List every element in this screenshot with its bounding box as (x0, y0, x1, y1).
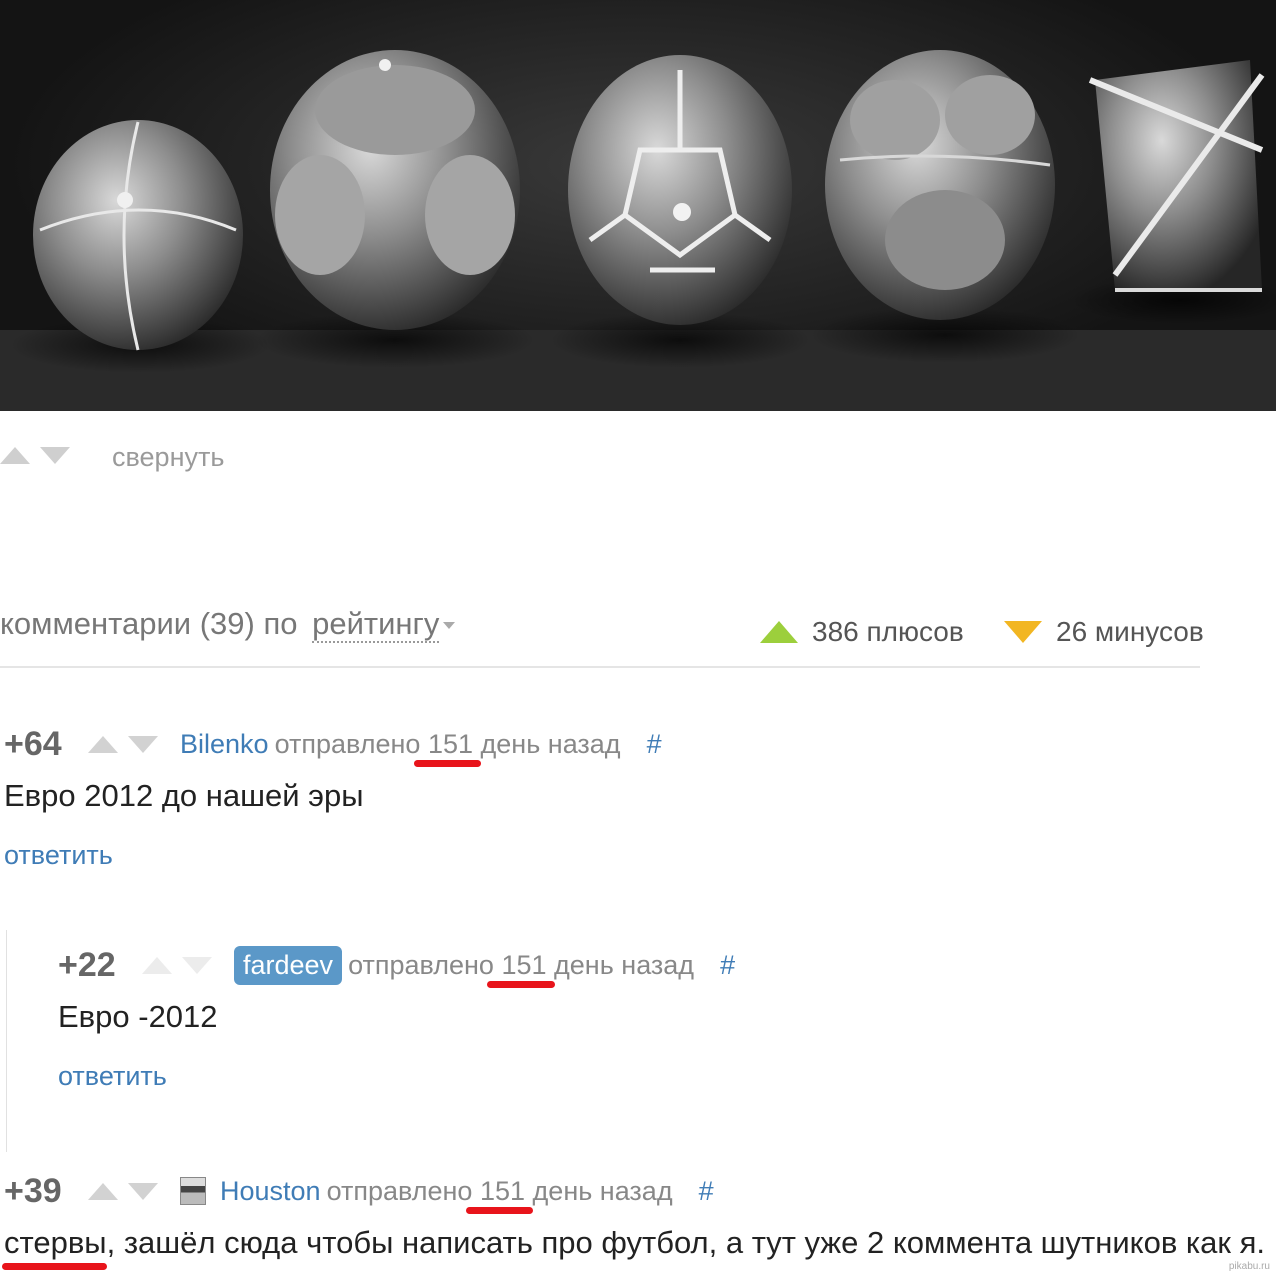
minuses-summary: 26 минусов (1004, 616, 1204, 648)
plus-triangle-icon (760, 621, 798, 643)
days-count: 151 (413, 728, 482, 767)
comment-meta: +22 fardeev отправлено 151 день назад # (58, 945, 735, 988)
comment: +64 Bilenko отправлено 151 день назад # … (4, 724, 1204, 884)
red-underline-mark (487, 980, 555, 988)
days-count: 151 (487, 949, 555, 988)
comment-timestamp: отправлено 151 день назад (326, 1175, 673, 1214)
comment-author-badge[interactable]: fardeev (234, 945, 343, 985)
reply-link[interactable]: ответить (4, 840, 113, 871)
days-value: 151 (479, 1175, 526, 1206)
comments-count-label: комментарии (39) по (0, 606, 298, 641)
comment-permalink[interactable]: # (647, 729, 662, 760)
days-count: 151 (465, 1175, 534, 1214)
sent-prefix: отправлено (326, 1175, 473, 1206)
comment-timestamp: отправлено 151 день назад (274, 728, 621, 767)
reply-link[interactable]: ответить (58, 1061, 167, 1092)
post-image (0, 0, 1276, 411)
comment-permalink[interactable]: # (720, 950, 735, 981)
downvote-arrow-icon[interactable] (182, 956, 212, 974)
comment-text: Евро 2012 до нашей эры (4, 778, 364, 813)
pluses-count: 386 плюсов (812, 616, 964, 647)
comment-reply: +22 fardeev отправлено 151 день назад # … (58, 945, 1198, 1105)
caret-down-icon[interactable] (443, 622, 456, 630)
comment-timestamp: отправлено 151 день назад (348, 949, 695, 988)
pluses-summary: 386 плюсов (760, 616, 964, 648)
comment-author[interactable]: Houston (220, 1176, 321, 1207)
upvote-arrow-icon[interactable] (88, 1182, 118, 1200)
comment-vote (88, 1182, 158, 1200)
sent-suffix: день назад (554, 949, 695, 980)
days-value: 151 (501, 949, 547, 980)
comment: +39 Houston отправлено 151 день назад # … (4, 1171, 1265, 1276)
downvote-arrow-icon[interactable] (128, 735, 158, 753)
comment-rating: +22 (58, 945, 116, 984)
upvote-arrow-icon[interactable] (88, 735, 118, 753)
comments-title: комментарии (39) по рейтингу (0, 606, 456, 643)
red-underline-mark (465, 1206, 534, 1214)
comment-rating: +64 (4, 724, 62, 763)
watermark: pikabu.ru (1228, 1261, 1270, 1272)
comment-author[interactable]: Bilenko (180, 729, 269, 760)
sent-suffix: день назад (480, 728, 621, 759)
minuses-count: 26 минусов (1056, 616, 1204, 647)
upvote-arrow-icon[interactable] (0, 447, 30, 464)
comment-rating: +39 (4, 1171, 62, 1210)
sort-dropdown[interactable]: рейтингу (312, 606, 440, 643)
sent-prefix: отправлено (274, 728, 421, 759)
comments-header: комментарии (39) по рейтингу 386 плюсов … (0, 602, 1204, 668)
comment-text: стервы, зашёл сюда чтобы написать про фу… (4, 1225, 1265, 1261)
comment-text-rest: , зашёл сюда чтобы написать про футбол, … (106, 1225, 1265, 1260)
minus-triangle-icon (1004, 621, 1042, 643)
upvote-arrow-icon[interactable] (142, 956, 172, 974)
avatar[interactable] (180, 1177, 206, 1205)
sent-prefix: отправлено (348, 949, 494, 980)
collapse-link[interactable]: свернуть (112, 442, 224, 473)
red-underline-mark (413, 759, 482, 767)
comment-meta: +39 Houston отправлено 151 день назад # (4, 1171, 714, 1214)
comment-vote (88, 735, 158, 753)
downvote-arrow-icon[interactable] (128, 1182, 158, 1200)
downvote-arrow-icon[interactable] (40, 447, 70, 464)
carved-stone-balls-photo (0, 50, 1276, 411)
comment-meta: +64 Bilenko отправлено 151 день назад # (4, 724, 662, 767)
highlighted-word: стервы (4, 1225, 107, 1260)
days-value: 151 (427, 728, 474, 759)
thread-indent-line (6, 930, 7, 1152)
comment-permalink[interactable]: # (699, 1176, 714, 1207)
comment-text: Евро -2012 (58, 999, 218, 1034)
stone-ball-1 (33, 120, 243, 350)
sent-suffix: день назад (532, 1175, 673, 1206)
comment-vote (142, 956, 212, 974)
post-vote-controls (0, 447, 70, 464)
